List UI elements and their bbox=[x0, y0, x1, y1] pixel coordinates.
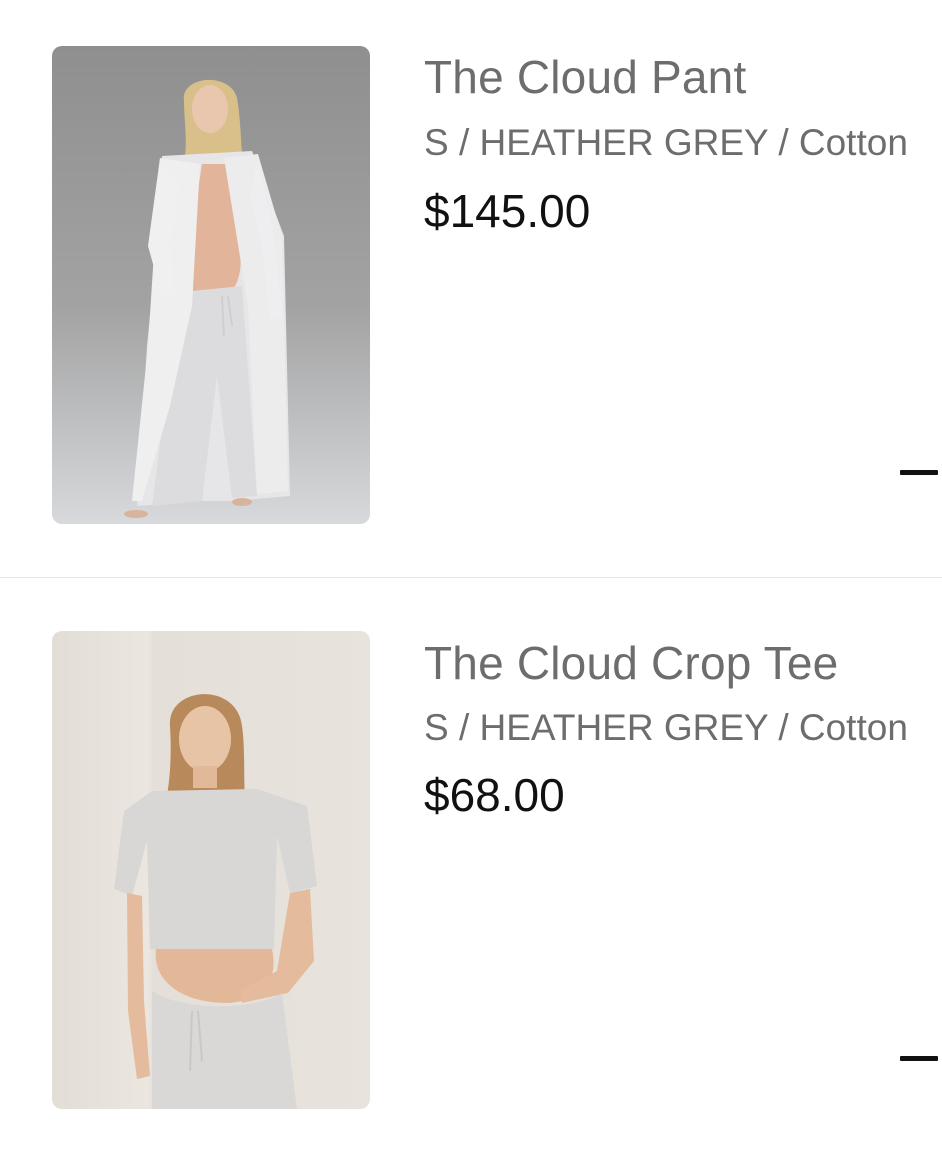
product-price: $145.00 bbox=[424, 185, 591, 237]
product-variant: S / HEATHER GREY / Cotton bbox=[424, 122, 908, 163]
product-photo bbox=[52, 46, 370, 524]
product-image[interactable] bbox=[52, 46, 370, 524]
product-title[interactable]: The Cloud Pant bbox=[424, 50, 746, 104]
product-title[interactable]: The Cloud Crop Tee bbox=[424, 636, 838, 690]
product-variant: S / HEATHER GREY / Cotton bbox=[424, 707, 908, 748]
product-price: $68.00 bbox=[424, 769, 565, 821]
minus-icon[interactable] bbox=[900, 1056, 938, 1061]
cart-item: The Cloud Crop Tee S / HEATHER GREY / Co… bbox=[0, 586, 942, 1172]
product-photo bbox=[52, 631, 370, 1109]
minus-icon[interactable] bbox=[900, 470, 938, 475]
product-image[interactable] bbox=[52, 631, 370, 1109]
item-divider bbox=[0, 577, 942, 578]
cart-item: The Cloud Pant S / HEATHER GREY / Cotton… bbox=[0, 0, 942, 586]
